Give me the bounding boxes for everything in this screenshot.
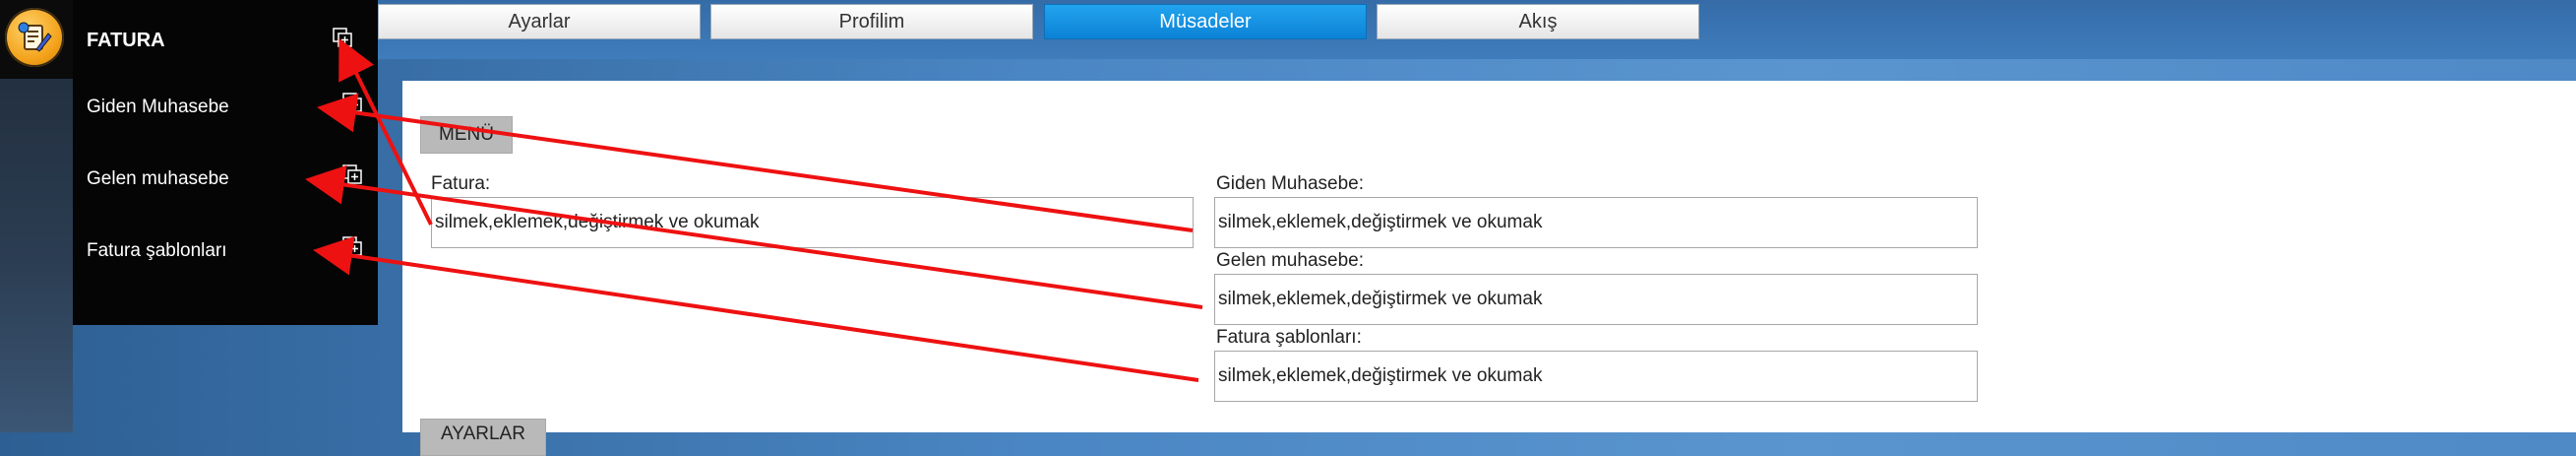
field-label-giden-muhasebe: Giden Muhasebe: bbox=[1216, 173, 1364, 194]
field-label-fatura-sablonlari: Fatura şablonları: bbox=[1216, 327, 1362, 348]
fatura-sablonlari-permission-field[interactable]: silmek,eklemek,değiştirmek ve okumak bbox=[1214, 351, 1978, 402]
sidebar-item-label: Fatura şablonları bbox=[87, 240, 227, 261]
giden-muhasebe-permission-field[interactable]: silmek,eklemek,değiştirmek ve okumak bbox=[1214, 197, 1978, 248]
add-page-icon[interactable] bbox=[342, 236, 362, 256]
tab-musadeler[interactable]: Müsadeler bbox=[1044, 4, 1367, 39]
sidebar-item-giden-muhasebe[interactable]: Giden Muhasebe bbox=[73, 87, 378, 126]
add-page-icon[interactable] bbox=[342, 93, 362, 112]
tab-ayarlar[interactable]: Ayarlar bbox=[378, 4, 701, 39]
gelen-muhasebe-permission-field[interactable]: silmek,eklemek,değiştirmek ve okumak bbox=[1214, 274, 1978, 325]
add-page-icon[interactable] bbox=[342, 164, 362, 184]
sidebar-header-label: FATURA bbox=[87, 30, 165, 51]
sidebar-item-label: Gelen muhasebe bbox=[87, 168, 229, 189]
field-label-fatura: Fatura: bbox=[431, 173, 491, 194]
invoice-logo-icon bbox=[5, 8, 64, 67]
sidebar: FATURA Giden Muhasebe Gelen muhasebe Fat… bbox=[73, 0, 378, 325]
menu-section-button[interactable]: MENÜ bbox=[420, 116, 513, 154]
sidebar-item-gelen-muhasebe[interactable]: Gelen muhasebe bbox=[73, 159, 378, 198]
tab-profilim[interactable]: Profilim bbox=[710, 4, 1033, 39]
left-strip bbox=[0, 0, 73, 432]
add-page-icon[interactable] bbox=[333, 28, 352, 47]
settings-section-button[interactable]: AYARLAR bbox=[420, 419, 546, 456]
fatura-permission-field[interactable]: silmek,eklemek,değiştirmek ve okumak bbox=[431, 197, 1194, 248]
app-root: FATURA Giden Muhasebe Gelen muhasebe Fat… bbox=[0, 0, 2576, 456]
sidebar-header-fatura[interactable]: FATURA bbox=[73, 20, 378, 59]
sidebar-item-label: Giden Muhasebe bbox=[87, 97, 229, 117]
tab-akis[interactable]: Akış bbox=[1377, 4, 1699, 39]
field-label-gelen-muhasebe: Gelen muhasebe: bbox=[1216, 250, 1364, 271]
sidebar-item-fatura-sablonlari[interactable]: Fatura şablonları bbox=[73, 230, 378, 270]
